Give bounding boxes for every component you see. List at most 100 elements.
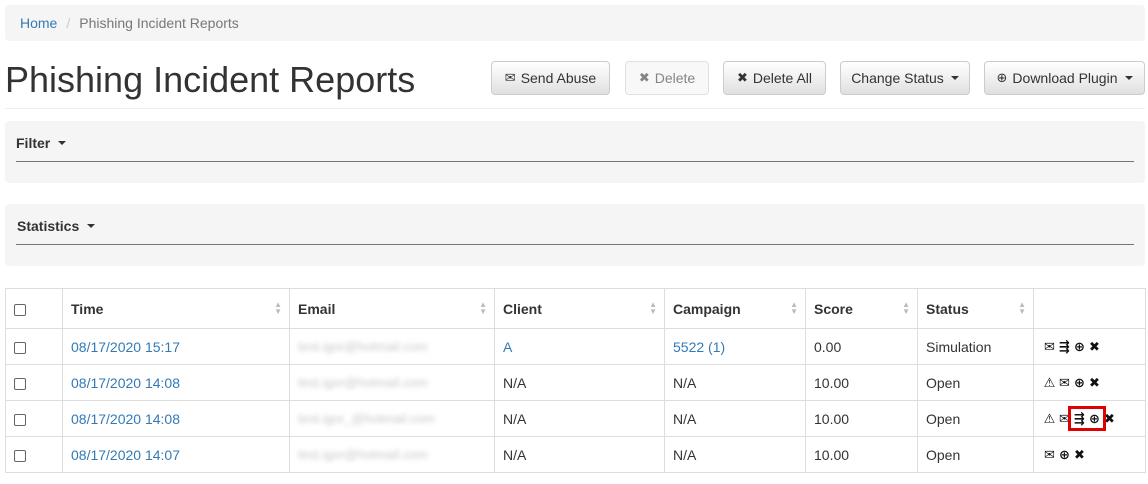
page-title: Phishing Incident Reports	[5, 59, 416, 100]
table-row: 08/17/2020 14:08 test.igor@hotmail.com N…	[5, 364, 1146, 401]
delete-icon[interactable]: ✖	[1072, 447, 1087, 463]
column-header-status[interactable]: Status ▲ ▼	[917, 288, 1034, 329]
filter-divider	[16, 161, 1134, 162]
transfer-icon[interactable]: ⇶	[1072, 411, 1087, 427]
row-email: test.igor@hotmail.com	[289, 436, 495, 473]
row-actions: ✉ ⇶ ⊕ ✖	[1033, 328, 1146, 365]
row-email: test.igor@hotmail.com	[289, 364, 495, 401]
download-icon[interactable]: ⊕	[1087, 411, 1102, 427]
download-plugin-label: Download Plugin	[1012, 70, 1118, 86]
row-time-link[interactable]: 08/17/2020 14:08	[62, 400, 290, 437]
filter-label: Filter	[16, 135, 51, 151]
column-header-score[interactable]: Score ▲ ▼	[805, 288, 918, 329]
row-score: 10.00	[805, 364, 918, 401]
column-header-client[interactable]: Client ▲ ▼	[494, 288, 665, 329]
delete-label: Delete	[654, 70, 696, 86]
row-campaign: N/A	[664, 436, 806, 473]
times-icon: ✖	[736, 70, 748, 85]
statistics-label: Statistics	[17, 218, 80, 234]
delete-all-label: Delete All	[752, 70, 813, 86]
row-email: test.igor@hotmail.com	[289, 328, 495, 365]
change-status-label: Change Status	[851, 70, 944, 86]
row-checkbox[interactable]	[14, 413, 26, 426]
send-abuse-button[interactable]: ✉ Send Abuse	[491, 61, 610, 95]
row-campaign: N/A	[664, 400, 806, 437]
delete-icon[interactable]: ✖	[1087, 339, 1102, 355]
statistics-toggle[interactable]: Statistics	[17, 218, 96, 234]
row-score: 0.00	[805, 328, 918, 365]
table-row: 08/17/2020 14:08 test.igor_@hotmail.com …	[5, 400, 1146, 437]
send-abuse-icon[interactable]: ✉	[1042, 447, 1057, 463]
sort-icon: ▲ ▼	[1018, 300, 1026, 316]
row-status: Open	[917, 436, 1034, 473]
send-abuse-icon[interactable]: ✉	[1057, 411, 1072, 427]
row-checkbox[interactable]	[14, 377, 26, 390]
row-status: Simulation	[917, 328, 1034, 365]
delete-icon[interactable]: ✖	[1102, 411, 1117, 427]
row-actions: ✉ ⊕ ✖	[1033, 436, 1146, 473]
row-checkbox[interactable]	[14, 449, 26, 462]
breadcrumb-current: Phishing Incident Reports	[79, 15, 239, 31]
download-icon[interactable]: ⊕	[1057, 447, 1072, 463]
row-actions: ⚠ ✉ ⇶ ⊕ ✖	[1033, 400, 1146, 437]
row-status: Open	[917, 400, 1034, 437]
filter-toggle[interactable]: Filter	[16, 135, 67, 151]
column-header-actions	[1033, 288, 1146, 329]
row-status: Open	[917, 364, 1034, 401]
download-icon[interactable]: ⊕	[1072, 375, 1087, 391]
change-status-button[interactable]: Change Status	[840, 61, 970, 95]
row-client: N/A	[494, 364, 665, 401]
statistics-panel: Statistics	[5, 204, 1145, 266]
highlighted-action-group: ⇶ ⊕	[1068, 406, 1106, 430]
caret-down-icon	[950, 76, 959, 80]
delete-button[interactable]: ✖ Delete	[625, 61, 709, 95]
breadcrumb-separator: /	[66, 15, 71, 31]
breadcrumb-home-link[interactable]: Home	[20, 15, 57, 31]
table-header-row: Time ▲ ▼ Email ▲ ▼ Client ▲ ▼ Campaign ▲ ▼ Score…	[5, 288, 1146, 329]
warning-icon[interactable]: ⚠	[1042, 411, 1057, 427]
download-plugin-button[interactable]: ⊕ Download Plugin	[984, 61, 1145, 95]
statistics-divider	[16, 244, 1134, 245]
filter-panel: Filter	[5, 121, 1145, 183]
breadcrumb: Home / Phishing Incident Reports	[5, 5, 1145, 41]
sort-icon: ▲ ▼	[902, 300, 910, 316]
column-header-time[interactable]: Time ▲ ▼	[62, 288, 290, 329]
row-checkbox[interactable]	[14, 341, 26, 354]
delete-icon[interactable]: ✖	[1087, 375, 1102, 391]
delete-all-button[interactable]: ✖ Delete All	[723, 61, 826, 95]
incident-table: Time ▲ ▼ Email ▲ ▼ Client ▲ ▼ Campaign ▲ ▼ Score…	[5, 288, 1146, 473]
warning-icon[interactable]: ⚠	[1042, 375, 1057, 391]
sort-icon: ▲ ▼	[274, 300, 282, 316]
column-header-campaign[interactable]: Campaign ▲ ▼	[664, 288, 806, 329]
send-abuse-label: Send Abuse	[520, 70, 597, 86]
row-score: 10.00	[805, 400, 918, 437]
table-row: 08/17/2020 15:17 test.igor@hotmail.com A…	[5, 328, 1146, 365]
row-actions: ⚠ ✉ ⊕ ✖	[1033, 364, 1146, 401]
row-time-link[interactable]: 08/17/2020 15:17	[62, 328, 290, 365]
sort-icon: ▲ ▼	[790, 300, 798, 316]
transfer-icon[interactable]: ⇶	[1057, 339, 1072, 355]
row-email: test.igor_@hotmail.com	[289, 400, 495, 437]
table-row: 08/17/2020 14:07 test.igor@hotmail.com N…	[5, 436, 1146, 473]
select-all-cell	[5, 288, 63, 329]
envelope-icon: ✉	[504, 70, 516, 85]
row-client: N/A	[494, 400, 665, 437]
times-icon: ✖	[638, 70, 650, 85]
send-abuse-icon[interactable]: ✉	[1042, 339, 1057, 355]
select-all-checkbox[interactable]	[14, 303, 26, 316]
send-abuse-icon[interactable]: ✉	[1057, 375, 1072, 391]
sort-icon: ▲ ▼	[649, 300, 657, 316]
caret-down-icon	[1124, 76, 1133, 80]
column-header-email[interactable]: Email ▲ ▼	[289, 288, 495, 329]
download-icon[interactable]: ⊕	[1072, 339, 1087, 355]
row-client: N/A	[494, 436, 665, 473]
row-time-link[interactable]: 08/17/2020 14:08	[62, 364, 290, 401]
sort-icon: ▲ ▼	[479, 300, 487, 316]
row-campaign: N/A	[664, 364, 806, 401]
title-divider	[5, 108, 1145, 109]
row-client-link[interactable]: A	[494, 328, 665, 365]
row-time-link[interactable]: 08/17/2020 14:07	[62, 436, 290, 473]
caret-down-icon	[87, 224, 96, 228]
row-campaign-link[interactable]: 5522 (1)	[664, 328, 806, 365]
row-score: 10.00	[805, 436, 918, 473]
